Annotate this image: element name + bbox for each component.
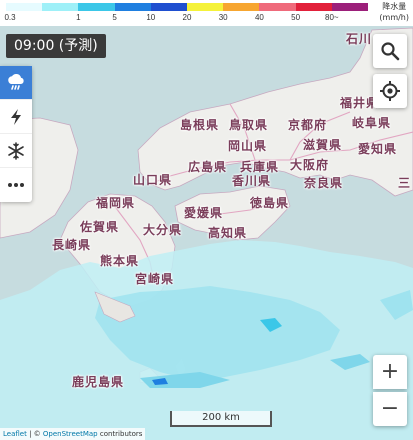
label-kagoshima: 鹿児島県: [72, 375, 125, 389]
label-mie: 三: [398, 176, 412, 190]
legend-swatch: [331, 3, 369, 11]
snow-icon: [8, 141, 24, 160]
legend-swatch: [6, 3, 43, 11]
label-ehime: 愛媛県: [184, 206, 224, 220]
legend-tick-label: 40: [254, 13, 264, 22]
legend-tick-label: 5: [112, 13, 117, 22]
label-fukuoka: 福岡県: [96, 196, 136, 210]
label-tokushima: 徳島県: [250, 196, 290, 210]
label-gifu: 岐阜県: [352, 116, 392, 130]
legend-swatch: [150, 3, 188, 11]
map-attribution: Leaflet | © OpenStreetMap contributors: [0, 428, 146, 440]
weather-map[interactable]: 石川 福井県 岐阜県 京都府 滋賀県 愛知県 大阪府 奈良県 三 島根県 鳥取県…: [0, 26, 413, 440]
precipitation-legend: 0.3 1 5 10 20 30 40 50 80~ 降水量 (mm/h): [0, 0, 413, 26]
label-saga: 佐賀県: [80, 220, 120, 234]
forecast-time-badge: 09:00 (予測): [6, 34, 106, 58]
label-nagasaki: 長崎県: [52, 238, 92, 252]
search-button[interactable]: [373, 34, 407, 68]
legend-unit: 降水量 (mm/h): [379, 1, 409, 23]
legend-unit-value: (mm/h): [379, 13, 409, 22]
legend-tick-label: 30: [218, 13, 228, 22]
label-nara: 奈良県: [304, 176, 344, 190]
layer-rain-button[interactable]: [0, 66, 32, 100]
leaflet-link[interactable]: Leaflet: [3, 430, 27, 438]
rain-icon: [8, 73, 24, 90]
legend-tick-label: 1: [76, 13, 81, 22]
label-osaka: 大阪府: [290, 158, 330, 172]
attribution-separator: | ©: [26, 430, 43, 438]
label-tottori: 鳥取県: [229, 118, 269, 132]
locate-icon: [380, 81, 400, 101]
map-canvas[interactable]: [0, 26, 413, 440]
zoom-out-button[interactable]: −: [373, 392, 407, 426]
layer-snow-button[interactable]: [0, 134, 32, 168]
legend-swatch: [78, 3, 115, 11]
layer-more-button[interactable]: [0, 168, 32, 202]
legend-tick-label: 80~: [325, 13, 339, 22]
label-yamaguchi: 山口県: [133, 173, 173, 187]
legend-tick-label: 20: [182, 13, 192, 22]
plus-icon: +: [380, 359, 400, 384]
attribution-contributors: contributors: [97, 430, 143, 438]
label-shiga: 滋賀県: [303, 138, 343, 152]
label-kyoto: 京都府: [288, 118, 328, 132]
rain-field: [0, 240, 413, 440]
minus-icon: −: [380, 396, 400, 421]
zoom-in-button[interactable]: +: [373, 355, 407, 389]
legend-color-scale: [6, 3, 369, 11]
legend-swatch: [295, 3, 332, 11]
more-icon: [8, 183, 24, 187]
legend-swatch: [114, 3, 151, 11]
layer-lightning-button[interactable]: [0, 100, 32, 134]
label-kumamoto: 熊本県: [100, 254, 140, 268]
map-scale-bar: 200 km: [170, 411, 272, 427]
locate-button[interactable]: [373, 74, 407, 108]
label-okayama: 岡山県: [228, 139, 268, 153]
legend-swatch: [223, 3, 260, 11]
legend-unit-title: 降水量: [382, 2, 407, 11]
label-aichi: 愛知県: [358, 142, 398, 156]
legend-tick-label: 50: [291, 13, 301, 22]
label-oita: 大分県: [143, 223, 183, 237]
legend-swatch: [187, 3, 224, 11]
label-ishikawa: 石川: [346, 32, 373, 46]
legend-ticks: 0.3 1 5 10 20 30 40 50 80~: [0, 13, 368, 25]
label-kagawa: 香川県: [232, 174, 272, 188]
label-miyazaki: 宮崎県: [135, 272, 175, 286]
label-hiroshima: 広島県: [188, 160, 228, 174]
legend-swatch: [42, 3, 79, 11]
legend-tick-label: 10: [146, 13, 156, 22]
search-icon: [381, 42, 400, 61]
label-kochi: 高知県: [208, 226, 248, 240]
legend-tick-label: 0.3: [4, 13, 16, 22]
lightning-icon: [11, 108, 21, 125]
label-shimane: 島根県: [180, 118, 220, 132]
layer-panel: [0, 66, 32, 202]
osm-link[interactable]: OpenStreetMap: [43, 430, 98, 438]
legend-swatch: [259, 3, 296, 11]
